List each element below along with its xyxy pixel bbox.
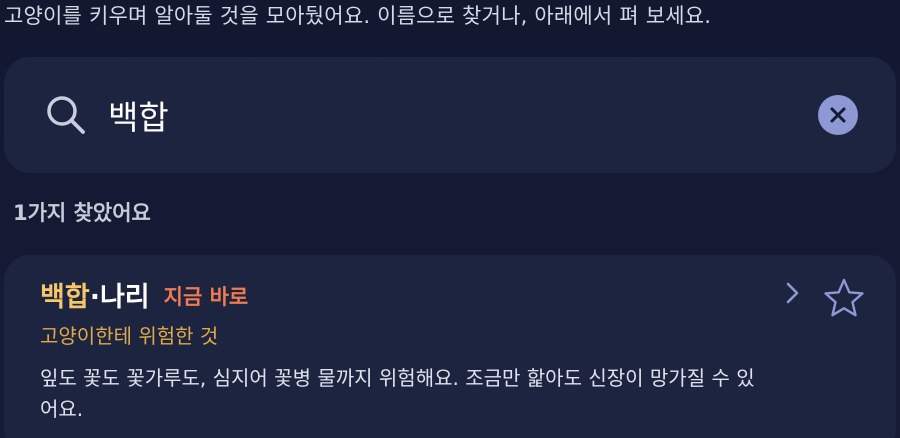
clear-search-button[interactable] [818, 95, 858, 135]
title-match: 백합 [40, 282, 90, 313]
search-icon [47, 96, 85, 134]
search-input[interactable] [108, 87, 788, 143]
close-icon [830, 107, 846, 123]
result-count: 1가지 찾았어요 [13, 201, 151, 225]
card-description: 잎도 꽃도 꽃가루도, 심지어 꽃병 물까지 위험해요. 조금만 핥아도 신장이… [40, 366, 755, 421]
star-icon[interactable] [823, 277, 865, 319]
page: 고양이를 키우며 알아둘 것을 모아뒀어요. 이름으로 찾거나, 아래에서 펴 … [0, 0, 900, 438]
card-title: 백합·나리 지금 바로 [40, 275, 248, 315]
intro-text: 고양이를 키우며 알아둘 것을 모아뒀어요. 이름으로 찾거나, 아래에서 펴 … [4, 4, 712, 28]
card-category: 고양이한테 위험한 것 [40, 324, 219, 348]
result-card[interactable]: 백합·나리 지금 바로 고양이한테 위험한 것 잎도 꽃도 꽃가루도, 심지어 꽃… [4, 255, 896, 438]
urgency-badge: 지금 바로 [163, 285, 249, 309]
search-box[interactable] [4, 57, 896, 173]
chevron-right-icon[interactable] [782, 279, 804, 307]
title-rest: ·나리 [89, 282, 150, 313]
